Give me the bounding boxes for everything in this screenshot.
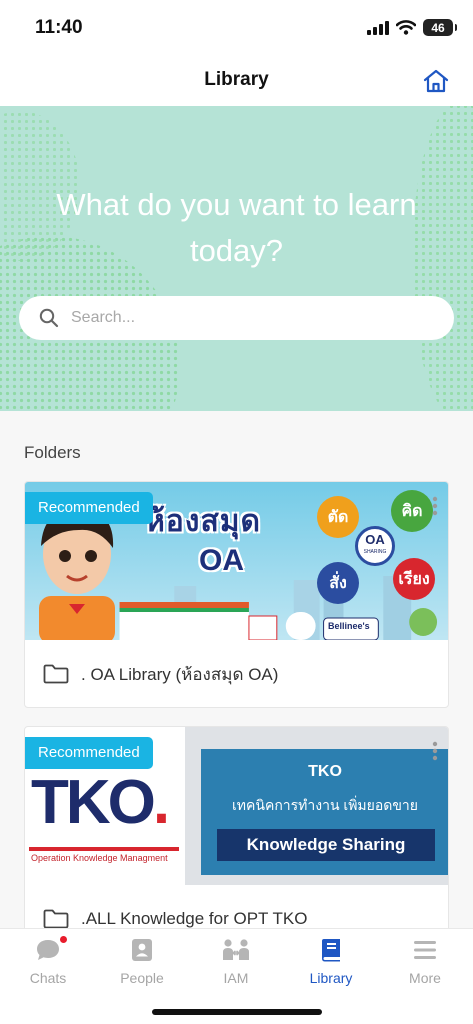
hero-banner: What do you want to learn today? bbox=[0, 106, 473, 411]
more-options-icon[interactable] bbox=[432, 741, 438, 761]
library-content[interactable]: Folders ห้องสมุด OA ตัด คิด สั่ง เรียง O… bbox=[0, 411, 473, 928]
chat-bubble-icon bbox=[37, 940, 59, 960]
tab-iam[interactable]: IAM bbox=[189, 937, 283, 989]
panel-title: TKO bbox=[308, 763, 342, 780]
banner-word-badge: คิด bbox=[391, 490, 433, 532]
tko-info-panel: TKO เทคนิคการทำงาน เพิ่มยอดขาย Knowledge… bbox=[201, 749, 448, 875]
book-icon bbox=[322, 939, 340, 962]
folder-title: .ALL Knowledge for OPT TKO bbox=[81, 909, 308, 928]
hero-heading: What do you want to learn today? bbox=[56, 187, 417, 268]
tab-label: Library bbox=[309, 970, 353, 986]
recommended-badge: Recommended bbox=[25, 492, 153, 524]
folder-card-oa-library[interactable]: ห้องสมุด OA ตัด คิด สั่ง เรียง OA SHARIN… bbox=[24, 481, 449, 708]
folder-caption: . OA Library (ห้องสมุด OA) bbox=[25, 640, 448, 707]
banner-word-badge: เรียง bbox=[393, 558, 435, 600]
tab-label: Chats bbox=[29, 970, 67, 986]
tab-label: People bbox=[120, 970, 164, 986]
oa-sharing-logo-text: OA bbox=[365, 532, 385, 547]
people-connect-icon bbox=[223, 939, 249, 960]
panel-label: Knowledge Sharing bbox=[217, 829, 435, 861]
more-options-icon[interactable] bbox=[432, 496, 438, 516]
bellinees-sign: Bellinee's bbox=[328, 621, 370, 631]
home-button[interactable] bbox=[421, 66, 451, 96]
tko-logo-subtitle: Operation Knowledge Managment bbox=[31, 853, 168, 863]
tko-logo: TKO. bbox=[31, 767, 170, 838]
tab-more[interactable]: More bbox=[378, 937, 472, 989]
banner-word-badge: ตัด bbox=[317, 496, 359, 538]
tko-logo-dot: . bbox=[152, 768, 170, 837]
nav-header: Library bbox=[0, 56, 473, 106]
home-indicator bbox=[152, 1009, 322, 1015]
banner-title: ห้องสมุด bbox=[145, 505, 262, 538]
tab-chats[interactable]: Chats bbox=[1, 935, 95, 989]
status-bar: 11:40 46 bbox=[0, 0, 473, 56]
search-input[interactable] bbox=[71, 309, 411, 327]
folder-banner-image: ห้องสมุด OA ตัด คิด สั่ง เรียง OA SHARIN… bbox=[25, 482, 448, 640]
search-bar[interactable] bbox=[19, 296, 454, 340]
tab-label: IAM bbox=[223, 970, 249, 986]
banner-subtitle: OA bbox=[199, 544, 244, 577]
signal-icon bbox=[367, 20, 389, 35]
panel-thai-text: เทคนิคการทำงาน เพิ่มยอดขาย bbox=[232, 797, 418, 813]
contact-card-icon bbox=[132, 939, 152, 961]
tko-logo-text: TKO bbox=[31, 768, 156, 837]
folder-banner-image: TKO. Operation Knowledge Managment TKO เ… bbox=[25, 727, 448, 885]
search-icon bbox=[39, 308, 59, 328]
status-icons: 46 bbox=[367, 19, 457, 36]
logo-divider bbox=[29, 847, 179, 851]
menu-lines-icon bbox=[414, 941, 436, 959]
notification-dot bbox=[59, 935, 68, 944]
folder-card-all-knowledge[interactable]: TKO. Operation Knowledge Managment TKO เ… bbox=[24, 726, 449, 928]
tab-people[interactable]: People bbox=[95, 937, 189, 989]
oa-sharing-logo-caption: SHARING bbox=[363, 549, 387, 555]
bottom-tab-bar: Chats People IAM Library More bbox=[0, 928, 473, 1024]
folders-section-label: Folders bbox=[24, 443, 81, 462]
recommended-badge: Recommended bbox=[25, 737, 153, 769]
folder-caption: .ALL Knowledge for OPT TKO bbox=[25, 885, 448, 928]
folder-icon bbox=[43, 909, 69, 928]
folder-title: . OA Library (ห้องสมุด OA) bbox=[81, 664, 279, 684]
banner-word-badge: สั่ง bbox=[317, 562, 359, 604]
battery-indicator: 46 bbox=[423, 19, 457, 36]
status-time: 11:40 bbox=[35, 17, 83, 38]
home-icon bbox=[423, 69, 449, 93]
folder-icon bbox=[43, 664, 69, 684]
tab-library[interactable]: Library bbox=[284, 937, 378, 989]
page-title: Library bbox=[204, 69, 269, 90]
oa-sharing-logo: OA SHARING bbox=[355, 526, 395, 566]
tab-label: More bbox=[409, 970, 441, 986]
wifi-icon bbox=[396, 20, 416, 35]
